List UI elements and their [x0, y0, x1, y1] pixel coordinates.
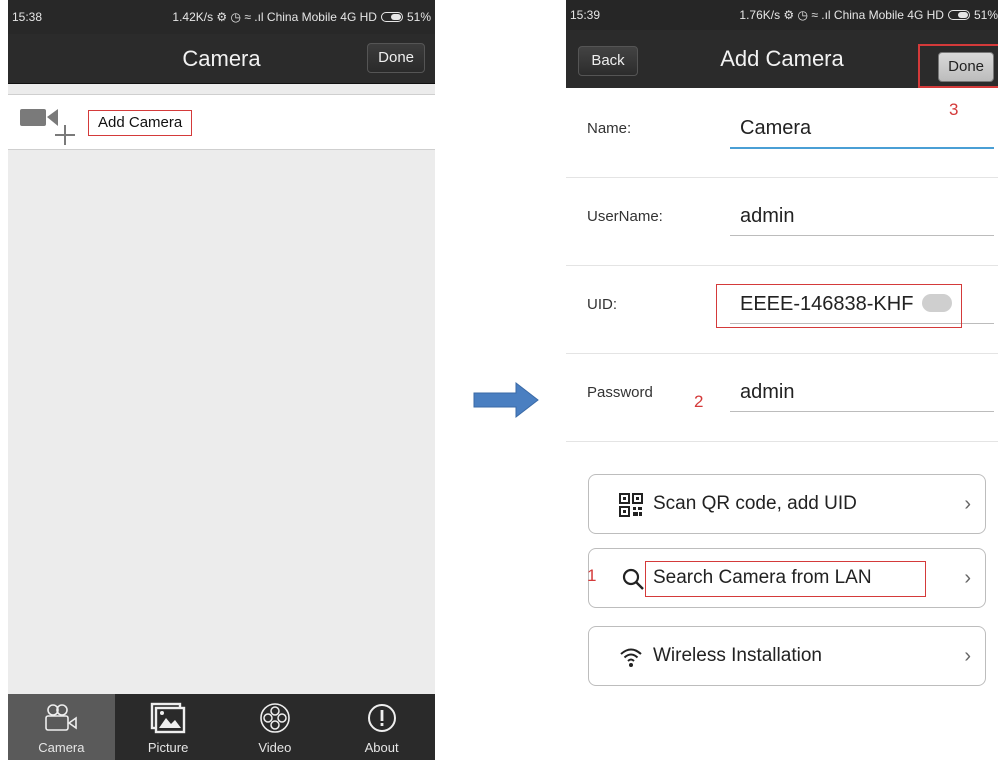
left-phone-screen: 15:38 1.42K/s ⚙ ◷ ≈ .ıl China Mobile 4G …	[8, 0, 435, 760]
tab-bar: Camera Picture Video About	[8, 694, 435, 760]
nav-bar: Camera Done	[8, 34, 435, 84]
battery-level: 51%	[973, 8, 998, 22]
done-button[interactable]: Done	[367, 43, 425, 73]
done-button[interactable]: Done	[938, 52, 994, 82]
camera-icon	[41, 700, 81, 736]
uid-redaction	[922, 294, 952, 312]
username-field[interactable]: admin	[740, 205, 794, 228]
tab-label: Camera	[38, 740, 85, 755]
status-network-text: 1.76K/s ⚙ ◷ ≈ .ıl China Mobile 4G HD	[739, 8, 944, 22]
form-row-username: UserName: admin	[566, 178, 998, 266]
wireless-installation-button[interactable]: Wireless Installation ›	[588, 626, 986, 686]
info-icon	[362, 700, 402, 736]
name-label: Name:	[587, 120, 632, 137]
uid-label: UID:	[587, 296, 617, 313]
chevron-right-icon: ›	[964, 645, 971, 667]
add-camera-icon	[20, 109, 75, 145]
tab-label: Picture	[147, 740, 189, 755]
tab-picture[interactable]: Picture	[115, 694, 222, 760]
right-arrow-icon	[473, 381, 539, 419]
tab-camera[interactable]: Camera	[8, 694, 115, 760]
search-icon	[622, 568, 644, 590]
status-time: 15:39	[570, 8, 601, 22]
scan-qr-button[interactable]: Scan QR code, add UID ›	[588, 474, 986, 534]
search-lan-label: Search Camera from LAN	[653, 567, 872, 588]
name-field[interactable]: Camera	[740, 117, 811, 140]
add-camera-row[interactable]: Add Camera	[8, 94, 435, 150]
battery-icon	[947, 10, 970, 20]
wifi-icon	[620, 648, 642, 667]
status-indicators: 1.42K/s ⚙ ◷ ≈ .ıl China Mobile 4G HD 51%	[172, 10, 431, 24]
search-lan-button[interactable]: Search Camera from LAN ›	[588, 548, 986, 608]
film-reel-icon	[255, 700, 295, 736]
chevron-right-icon: ›	[964, 493, 971, 515]
status-bar: 15:39 1.76K/s ⚙ ◷ ≈ .ıl China Mobile 4G …	[566, 0, 998, 30]
tab-video[interactable]: Video	[222, 694, 329, 760]
status-indicators: 1.76K/s ⚙ ◷ ≈ .ıl China Mobile 4G HD 51%	[739, 8, 998, 22]
add-camera-label[interactable]: Add Camera	[88, 110, 193, 136]
right-phone-screen: 15:39 1.76K/s ⚙ ◷ ≈ .ıl China Mobile 4G …	[566, 0, 998, 760]
step-1-marker: 1	[587, 566, 597, 585]
chevron-right-icon: ›	[964, 567, 971, 589]
status-network-text: 1.42K/s ⚙ ◷ ≈ .ıl China Mobile 4G HD	[172, 10, 377, 24]
name-field-underline	[730, 147, 994, 149]
status-time: 15:38	[12, 10, 43, 24]
wireless-installation-label: Wireless Installation	[653, 645, 822, 666]
form-row-name: Name: Camera	[566, 90, 998, 178]
password-label: Password	[587, 384, 653, 401]
scan-qr-label: Scan QR code, add UID	[653, 493, 857, 514]
password-field-underline	[730, 411, 994, 412]
tab-label: Video	[258, 740, 292, 755]
screenshot-root: 15:38 1.42K/s ⚙ ◷ ≈ .ıl China Mobile 4G …	[0, 0, 998, 760]
battery-icon	[380, 12, 403, 22]
username-label: UserName:	[587, 208, 663, 225]
username-field-underline	[730, 235, 994, 236]
password-field[interactable]: admin	[740, 381, 794, 404]
tab-label: About	[364, 740, 399, 755]
status-bar: 15:38 1.42K/s ⚙ ◷ ≈ .ıl China Mobile 4G …	[8, 0, 435, 34]
form-row-password: Password admin	[566, 354, 998, 442]
qr-code-icon	[619, 493, 643, 517]
step-2-marker: 2	[694, 392, 704, 411]
nav-bar: Back Add Camera Done	[566, 30, 998, 88]
tab-about[interactable]: About	[328, 694, 435, 760]
picture-icon	[148, 700, 188, 736]
battery-level: 51%	[406, 10, 431, 24]
